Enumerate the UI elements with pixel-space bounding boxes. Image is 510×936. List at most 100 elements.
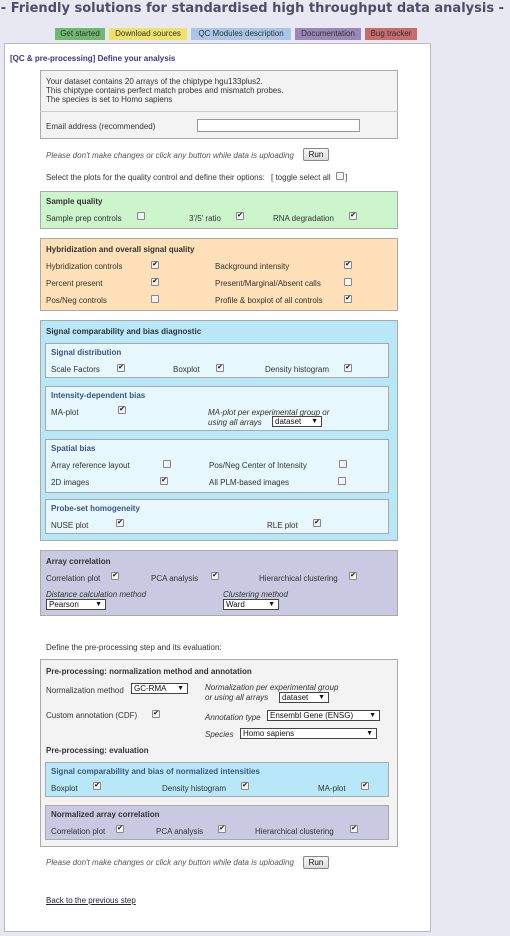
distance-method-select[interactable]: Pearson ▼	[46, 599, 106, 610]
chevron-down-icon: ▼	[318, 694, 325, 701]
profile-boxplot-checkbox[interactable]: ✔	[344, 295, 352, 303]
norm-hier-label: Hierarchical clustering	[255, 827, 334, 836]
correlation-plot-checkbox[interactable]: ✔	[111, 572, 119, 580]
plm-images-label: All PLM-based images	[209, 478, 290, 487]
boxplot-label: Boxplot	[173, 365, 200, 374]
profile-boxplot-label: Profile & boxplot of all controls	[215, 296, 323, 305]
norm-corr-plot-checkbox[interactable]: ✔	[116, 825, 124, 833]
norm-corr-title: Normalized array correlation	[51, 810, 160, 819]
clustering-method-value: Ward	[226, 600, 245, 609]
hybridization-title: Hybridization and overall signal quality	[46, 245, 195, 254]
norm-group-value: dataset	[282, 693, 309, 702]
array-layout-checkbox[interactable]	[163, 460, 171, 468]
species-label: Species	[205, 730, 234, 739]
posneg-center-checkbox[interactable]	[339, 460, 347, 468]
page-title: [QC & pre-processing] Define your analys…	[10, 54, 176, 63]
norm-pca-checkbox[interactable]: ✔	[218, 825, 226, 833]
norm-density-checkbox[interactable]: ✔	[241, 782, 249, 790]
species-value: Homo sapiens	[243, 729, 295, 738]
chevron-down-icon: ▼	[177, 685, 184, 692]
sample-prep-checkbox[interactable]	[137, 212, 145, 220]
hyb-controls-checkbox[interactable]: ✔	[151, 261, 159, 269]
scale-factors-label: Scale Factors	[51, 365, 100, 374]
rna-degradation-label: RNA degradation	[273, 214, 334, 223]
custom-annotation-label: Custom annotation (CDF)	[46, 711, 138, 720]
ma-plot-label: MA-plot	[51, 408, 79, 417]
norm-method-select[interactable]: GC-RMA ▼	[131, 683, 188, 694]
2d-images-checkbox[interactable]: ✔	[160, 477, 168, 485]
norm-boxplot-label: Boxplot	[51, 784, 78, 793]
percent-present-checkbox[interactable]: ✔	[151, 278, 159, 286]
array-correlation-title: Array correlation	[46, 557, 111, 566]
tab-get-started[interactable]: Get started	[55, 28, 105, 40]
ma-plot-checkbox[interactable]: ✔	[118, 406, 126, 414]
upload-note: Please don't make changes or click any b…	[46, 151, 294, 160]
intensity-bias-title: Intensity-dependent bias	[51, 391, 146, 400]
tab-documentation[interactable]: Documentation	[295, 28, 361, 40]
norm-ma-plot-label: MA-plot	[318, 784, 346, 793]
boxplot-checkbox[interactable]: ✔	[216, 364, 224, 372]
preprocessing-define-text: Define the pre-processing step and its e…	[46, 643, 222, 652]
tab-download-sources[interactable]: Download sources	[109, 28, 187, 40]
sample-quality-title: Sample quality	[46, 197, 103, 206]
tab-bug-tracker[interactable]: Bug tracker	[365, 28, 417, 40]
run-button-2[interactable]: Run	[303, 856, 329, 869]
chevron-down-icon: ▼	[311, 418, 318, 425]
chevron-down-icon: ▼	[95, 601, 102, 608]
ma-group-select[interactable]: dataset ▼	[272, 416, 322, 427]
info-line: The species is set to Homo sapiens	[46, 95, 173, 104]
probeset-title: Probe-set homogeneity	[51, 504, 140, 513]
array-layout-label: Array reference layout	[51, 461, 130, 470]
rle-plot-checkbox[interactable]: ✔	[313, 519, 321, 527]
norm-group-label: Normalization per experimental group	[205, 683, 339, 692]
ma-group-select-value: dataset	[275, 417, 302, 426]
background-checkbox[interactable]: ✔	[344, 261, 352, 269]
hier-clustering-checkbox[interactable]: ✔	[349, 572, 357, 580]
norm-ma-plot-checkbox[interactable]: ✔	[361, 782, 369, 790]
norm-signal-title: Signal comparability and bias of normali…	[51, 767, 260, 776]
ma-group-label-2: using all arrays	[208, 418, 262, 427]
norm-boxplot-checkbox[interactable]: ✔	[93, 782, 101, 790]
norm-method-value: GC-RMA	[134, 684, 167, 693]
pca-analysis-checkbox[interactable]: ✔	[211, 572, 219, 580]
toggle-all-checkbox[interactable]	[336, 172, 344, 180]
posneg-controls-checkbox[interactable]	[151, 295, 159, 303]
species-select[interactable]: Homo sapiens ▼	[240, 728, 377, 739]
run-button[interactable]: Run	[303, 148, 329, 161]
hyb-controls-label: Hybridization controls	[46, 262, 123, 271]
ratio-label: 3'/5' ratio	[189, 214, 221, 223]
distance-method-value: Pearson	[49, 600, 79, 609]
chevron-down-icon: ▼	[366, 730, 373, 737]
norm-pca-label: PCA analysis	[156, 827, 204, 836]
norm-density-label: Density histogram	[162, 784, 227, 793]
annotation-type-select[interactable]: Ensembl Gene (ENSG) ▼	[267, 710, 380, 721]
nuse-plot-label: NUSE plot	[51, 521, 89, 530]
clustering-method-select[interactable]: Ward ▼	[223, 599, 279, 610]
hier-clustering-label: Hierarchical clustering	[259, 574, 338, 583]
norm-group-label-2: or using all arrays	[205, 693, 269, 702]
norm-hier-checkbox[interactable]: ✔	[350, 825, 358, 833]
background-label: Background intensity	[215, 262, 290, 271]
correlation-plot-label: Correlation plot	[46, 574, 101, 583]
posneg-center-label: Pos/Neg Center of Intensity	[209, 461, 307, 470]
signal-distribution-title: Signal distribution	[51, 348, 122, 357]
pca-analysis-label: PCA analysis	[151, 574, 199, 583]
density-histogram-checkbox[interactable]: ✔	[344, 364, 352, 372]
plm-images-checkbox[interactable]	[338, 477, 346, 485]
tab-qc-modules[interactable]: QC Modules description	[191, 28, 291, 40]
norm-group-select[interactable]: dataset ▼	[279, 692, 329, 703]
rna-degradation-checkbox[interactable]: ✔	[349, 212, 357, 220]
annotation-type-value: Ensembl Gene (ENSG)	[270, 711, 354, 720]
nuse-plot-checkbox[interactable]: ✔	[116, 519, 124, 527]
toggle-all-close: ]	[345, 173, 348, 182]
custom-annotation-checkbox[interactable]: ✔	[152, 710, 160, 718]
ratio-checkbox[interactable]: ✔	[236, 212, 244, 220]
sample-prep-label: Sample prep controls	[46, 214, 122, 223]
email-field[interactable]	[197, 119, 360, 132]
2d-images-label: 2D images	[51, 478, 90, 487]
pma-calls-checkbox[interactable]	[344, 278, 352, 286]
upload-note-2: Please don't make changes or click any b…	[46, 858, 294, 867]
evaluation-title: Pre-processing: evaluation	[46, 746, 149, 755]
scale-factors-checkbox[interactable]: ✔	[117, 364, 125, 372]
back-link[interactable]: Back to the previous step	[46, 896, 136, 905]
